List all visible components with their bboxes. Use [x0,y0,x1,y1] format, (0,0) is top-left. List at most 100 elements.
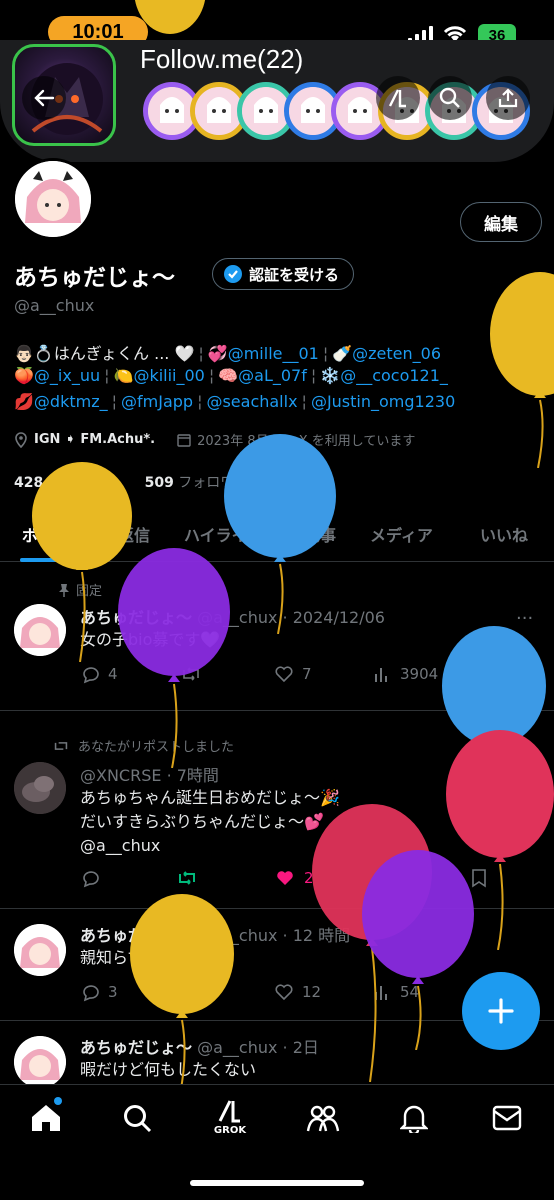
compose-post-button[interactable] [462,972,540,1050]
profile-handle: @a__chux [14,296,95,315]
balloon-yellow-right [490,272,554,468]
balloon-blue-right [442,626,546,826]
views-button[interactable]: 4 [372,868,410,888]
post-header: あちゅだじょ〜 @a__chux · 12 時間 [80,926,351,945]
post-divider [0,908,554,909]
bio-mention[interactable]: 🍼@zeten_06 [332,344,441,363]
post-text: 親知らず痛い、、🦷 [80,948,220,967]
grok-icon[interactable]: GROK [210,1097,250,1136]
post-avatar[interactable] [14,1036,66,1088]
post-text: だいすきらぶりちゃんだじょ〜💕 [80,812,324,831]
post-time: 7時間 [176,766,219,785]
bio-mention[interactable]: @seachallx [206,392,297,411]
reply-button[interactable]: 4 [80,664,118,684]
profile-avatar[interactable] [12,158,94,240]
views-button[interactable]: 54 [372,982,419,1002]
bio-line-1: 👨🏻💍はんぎょくん ... 🤍 ¦ 💞@mille__01 ¦ 🍼@zeten_06 [14,344,442,363]
follow-counts: 428 フォロー中 509 フォロワー [14,472,248,492]
repost-button-active[interactable] [176,868,198,888]
notifications-icon[interactable] [400,1103,428,1133]
profile-location: IGN ➧ FM.Achu*. [34,432,156,447]
bio-mention[interactable]: 💞@mille__01 [208,344,319,363]
messages-icon[interactable] [492,1105,522,1131]
tab-media[interactable]: メディア [370,522,433,546]
share-icon[interactable] [516,664,536,684]
verified-badge-icon [223,264,243,284]
bio-mention[interactable]: @Justin_omg1230 [311,392,455,411]
post-text: 暇だけど何もしたくない [80,1060,257,1079]
repost-context: あなたがリポストしました [52,736,234,755]
tab-likes[interactable]: いいね [480,522,528,546]
location-icon [14,431,28,448]
post-handle: @a__chux [197,608,278,627]
post-avatar[interactable] [14,924,66,976]
bio-mention[interactable]: 🍑@_ix_uu [14,366,100,385]
active-tab-indicator [20,558,82,562]
like-button[interactable]: 12 [274,982,321,1002]
followers-link[interactable]: 509 フォロワー [145,475,249,491]
post-text: あちゅちゃん誕生日おめだじょ〜🎉 [80,788,340,807]
bio-mention[interactable]: 💋@dktmz_ [14,392,108,411]
search-icon[interactable] [122,1103,152,1133]
bio-mention[interactable]: 🧠@aL_07f [218,366,307,385]
post-time: 2024/12/06 [292,608,385,627]
bookmark-icon[interactable] [470,868,488,888]
following-link[interactable]: 428 フォロー中 [14,475,118,491]
share-button[interactable] [486,76,530,120]
calendar-icon [177,433,191,447]
home-icon[interactable] [30,1097,62,1133]
repost-button[interactable] [180,664,202,684]
reply-button[interactable]: 3 [80,982,118,1002]
post-author[interactable]: あちゅだじょ〜 [80,1038,192,1057]
post-handle: @a__chux [197,926,278,945]
views-button[interactable]: 3904 [372,664,438,684]
tab-posts[interactable]: ポスト [22,522,70,546]
post-text: 女の子bio募です🤍 [80,630,221,649]
post-author[interactable]: あちゅだじょ〜 [80,926,192,945]
like-button[interactable]: 7 [274,664,312,684]
balloon-red-right [446,730,554,950]
post-header: @XNCRSE · 7時間 [80,766,219,785]
grok-label: GROK [213,1125,247,1136]
communities-icon[interactable] [306,1103,340,1133]
post-divider [0,710,554,711]
bio-mention[interactable]: @fmJapp [121,392,193,411]
profile-display-name: あちゅだじょ〜 [14,265,175,291]
bookmark-icon[interactable] [470,664,488,684]
tab-articles[interactable]: 記事 [304,522,336,546]
back-button[interactable] [22,76,66,120]
bio-line-3: 💋@dktmz_ ¦ @fmJapp ¦ @seachallx ¦ @Justin_omg1… [14,392,456,411]
profile-meta: IGN ➧ FM.Achu*. 2023年 8月から X を利用しています [14,430,415,449]
post-author[interactable]: あちゅだじょ〜 [80,608,192,627]
more-options-icon[interactable]: ··· [516,608,533,629]
bio-mention[interactable]: 🍋@kilii_00 [114,366,205,385]
post-avatar[interactable] [14,604,66,656]
header-follow-title: Follow.me(22) [140,44,304,74]
get-verified-label: 認証を受ける [249,265,340,284]
joined-date: 2023年 8月から X を利用しています [197,434,416,449]
post-header: あちゅだじょ〜 @a__chux · 2日 [80,1038,319,1057]
balloon-purple-center [118,548,230,768]
profile-tabs: ポスト 返信 ハイライト 記事 メディア いいね [0,512,554,562]
tab-replies[interactable]: 返信 [118,522,150,546]
search-button[interactable] [428,76,472,120]
get-verified-button[interactable]: 認証を受ける [212,258,355,290]
bio-mention[interactable]: ❄️@__coco121_ [320,366,448,385]
home-notification-dot [54,1097,62,1105]
grok-button[interactable] [376,76,420,120]
post-handle[interactable]: @XNCRSE [80,766,161,785]
post-time: 12 時間 [292,926,351,945]
pin-icon [58,583,70,597]
home-indicator [190,1180,364,1186]
like-button-active[interactable]: 2 [274,868,314,888]
tab-highlights[interactable]: ハイライト [184,522,264,546]
post-handle: @a__chux [197,1038,278,1057]
reply-button[interactable] [80,868,100,888]
repost-icon [52,739,70,753]
edit-profile-button[interactable]: 編集 [460,202,542,242]
bio-line-2: 🍑@_ix_uu ¦ 🍋@kilii_00 ¦ 🧠@aL_07f ¦ ❄️@__coco12… [14,366,448,385]
post-time: 2日 [292,1038,319,1057]
post-header: あちゅだじょ〜 @a__chux · 2024/12/06 [80,608,385,627]
post-mention[interactable]: @a__chux [80,834,160,858]
post-avatar[interactable] [14,762,66,814]
